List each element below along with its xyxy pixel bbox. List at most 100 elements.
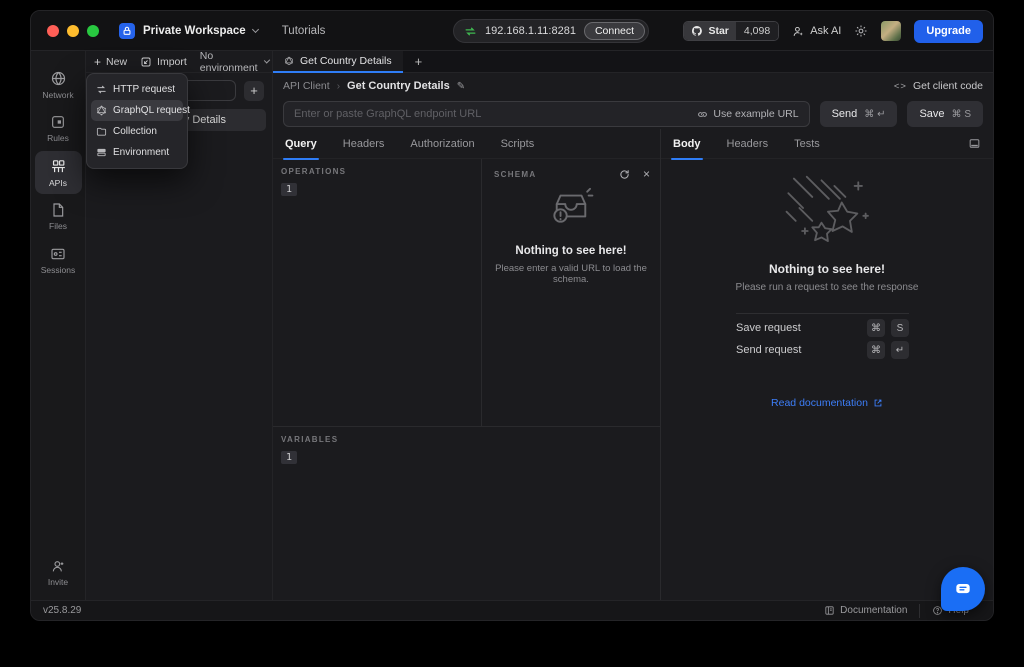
send-shortcut-hint: ⌘ ↵ — [864, 109, 885, 120]
get-client-code-button[interactable]: <> Get client code — [894, 80, 983, 92]
response-empty-state: Nothing to see here! Please run a reques… — [661, 171, 993, 293]
app-window: Private Workspace Tutorials 192.168.1.11… — [30, 10, 994, 621]
tab-title: Get Country Details — [300, 55, 392, 67]
tab-body[interactable]: Body — [673, 129, 701, 159]
import-button[interactable]: Import — [140, 56, 187, 68]
menu-item-label: Environment — [113, 147, 169, 158]
external-link-icon — [873, 398, 883, 408]
breadcrumb-separator: › — [337, 81, 340, 92]
minimize-window-button[interactable] — [67, 25, 79, 37]
save-shortcut-hint: ⌘ S — [952, 109, 971, 120]
response-empty-title: Nothing to see here! — [661, 262, 993, 276]
collection-folder-icon — [96, 126, 107, 137]
request-pane: Query Headers Authorization Scripts OPER… — [273, 129, 661, 600]
titlebar-right: Star 4,098 Ask AI Upgrade — [683, 19, 983, 43]
connection-pill: 192.168.1.11:8281 Connect — [453, 19, 649, 43]
response-pane: Body Headers Tests Nothing to see here! … — [661, 129, 993, 600]
tab-query[interactable]: Query — [285, 129, 317, 159]
menu-item-graphql-request[interactable]: GraphQL request — [91, 100, 183, 121]
tab-authorization[interactable]: Authorization — [410, 129, 474, 159]
send-button[interactable]: Send ⌘ ↵ — [820, 101, 898, 127]
sidebar-item-rules[interactable]: Rules — [35, 107, 82, 150]
breadcrumb-parent[interactable]: API Client — [283, 80, 330, 92]
endpoint-url-input[interactable] — [294, 108, 689, 120]
use-example-url-button[interactable]: Use example URL — [697, 108, 798, 120]
sidebar-label-invite: Invite — [48, 577, 68, 587]
chat-icon — [953, 579, 973, 599]
github-icon — [691, 25, 703, 37]
breadcrumb-row: API Client › Get Country Details ✎ <> Ge… — [273, 73, 993, 99]
send-button-label: Send — [832, 108, 858, 120]
sidebar-item-network[interactable]: Network — [35, 63, 82, 106]
tab-headers[interactable]: Headers — [343, 129, 385, 159]
sidebar-item-invite[interactable]: Invite — [35, 551, 82, 594]
schema-panel: SCHEMA × Nothing to see here! — [481, 159, 660, 426]
schema-refresh-icon[interactable] — [619, 169, 630, 180]
read-documentation-link[interactable]: Read documentation — [661, 397, 993, 409]
graphql-icon — [96, 105, 107, 116]
workspace-name[interactable]: Private Workspace — [143, 25, 246, 37]
menu-item-label: GraphQL request — [113, 105, 190, 116]
new-button-label: New — [106, 56, 127, 68]
schema-empty-state: Nothing to see here! Please enter a vali… — [482, 186, 660, 285]
title-bar: Private Workspace Tutorials 192.168.1.11… — [31, 11, 993, 51]
save-request-label: Save request — [736, 322, 801, 334]
variables-editor[interactable]: VARIABLES 1 — [273, 426, 660, 465]
documentation-button[interactable]: Documentation — [812, 604, 919, 618]
tab-tests[interactable]: Tests — [794, 129, 820, 159]
schema-label: SCHEMA — [494, 170, 536, 179]
rename-pencil-icon[interactable]: ✎ — [457, 81, 465, 92]
new-tab-button[interactable]: + — [415, 54, 423, 69]
status-bar: v25.8.29 Documentation Help — [31, 600, 993, 620]
import-icon — [140, 56, 152, 68]
environment-select[interactable]: No environment — [200, 50, 270, 74]
sidebar-label-files: Files — [49, 221, 67, 231]
operations-editor[interactable]: OPERATIONS 1 — [273, 159, 481, 426]
tab-scripts[interactable]: Scripts — [501, 129, 535, 159]
ask-ai-label: Ask AI — [810, 25, 841, 37]
cmd-key-badge: ⌘ — [867, 319, 885, 337]
tab-get-country-details[interactable]: Get Country Details — [273, 51, 403, 73]
sidebar-item-apis[interactable]: APIs — [35, 151, 82, 194]
invite-person-icon — [50, 558, 66, 574]
user-avatar[interactable] — [881, 21, 901, 41]
network-globe-icon — [50, 70, 67, 87]
ask-ai-button[interactable]: Ask AI — [792, 25, 841, 38]
graphql-tab-icon — [284, 56, 294, 66]
connect-button[interactable]: Connect — [584, 22, 645, 40]
sidebar-item-files[interactable]: Files — [35, 195, 82, 238]
enter-key-badge: ↵ — [891, 341, 909, 359]
link-icon — [697, 109, 708, 120]
star-label: Star — [708, 25, 728, 37]
menu-tutorials[interactable]: Tutorials — [282, 25, 326, 37]
add-request-button[interactable]: + — [244, 81, 264, 101]
save-button-label: Save — [919, 108, 944, 120]
upgrade-button[interactable]: Upgrade — [914, 20, 983, 43]
schema-close-icon[interactable]: × — [643, 168, 650, 180]
save-button[interactable]: Save ⌘ S — [907, 101, 983, 127]
chat-widget-button[interactable] — [941, 567, 985, 611]
menu-item-environment[interactable]: Environment — [91, 142, 183, 163]
save-request-shortcut: Save request ⌘ S — [736, 319, 909, 337]
sidebar-item-sessions[interactable]: Sessions — [35, 239, 82, 282]
dock-panel-icon[interactable] — [968, 137, 981, 150]
http-request-icon — [96, 84, 107, 95]
main-content: Get Country Details + API Client › Get C… — [273, 51, 993, 600]
sessions-icon — [50, 246, 66, 262]
menu-item-http-request[interactable]: HTTP request — [91, 79, 183, 100]
menu-item-label: HTTP request — [113, 84, 175, 95]
divider — [736, 313, 909, 314]
maximize-window-button[interactable] — [87, 25, 99, 37]
menu-item-collection[interactable]: Collection — [91, 121, 183, 142]
github-star-badge[interactable]: Star 4,098 — [683, 21, 779, 41]
settings-gear-icon[interactable] — [854, 24, 868, 38]
close-window-button[interactable] — [47, 25, 59, 37]
environment-icon — [96, 147, 107, 158]
tab-response-headers[interactable]: Headers — [727, 129, 769, 159]
request-pane-tabs: Query Headers Authorization Scripts — [273, 129, 660, 159]
new-button[interactable]: + New — [94, 56, 127, 68]
workspace-chevron-down-icon[interactable] — [252, 26, 259, 33]
workspace-lock-icon — [119, 23, 135, 39]
files-icon — [50, 202, 66, 218]
variables-label: VARIABLES — [281, 435, 660, 444]
